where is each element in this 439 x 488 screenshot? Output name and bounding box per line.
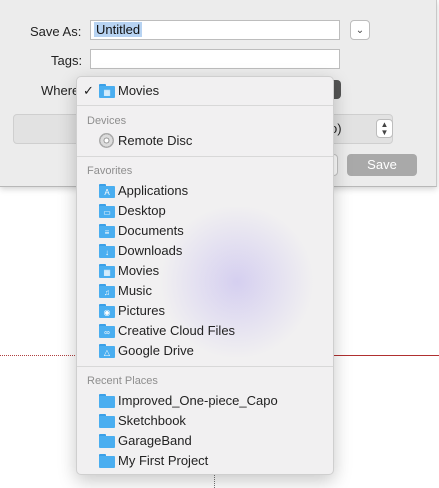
movies-folder-icon: ▦ — [99, 264, 115, 278]
menu-item-desktop[interactable]: ▭ Desktop — [77, 201, 333, 221]
google-drive-folder-icon: △ — [99, 344, 115, 358]
menu-item-label: Improved_One-piece_Capo — [118, 393, 278, 408]
menu-item-label: Movies — [118, 83, 160, 98]
menu-item-applications[interactable]: A Applications — [77, 181, 333, 201]
pictures-folder-icon: ◉ — [99, 304, 115, 318]
menu-item-label: Documents — [118, 223, 184, 238]
menu-item-label: Applications — [118, 183, 189, 198]
section-recent-places: Recent Places — [87, 375, 158, 387]
menu-item-movies[interactable]: ▦ Movies — [77, 261, 333, 281]
menu-item-label: Movies — [118, 263, 160, 278]
tags-label: Tags: — [51, 53, 83, 68]
checkmark-icon: ✓ — [83, 83, 94, 98]
movies-folder-icon: ▦ — [99, 84, 115, 98]
menu-item-music[interactable]: ♫ Music — [77, 281, 333, 301]
menu-item-label: GarageBand — [118, 433, 192, 448]
menu-item-remote-disc[interactable]: Remote Disc — [77, 131, 333, 151]
menu-item-label: Creative Cloud Files — [118, 323, 236, 338]
menu-item-current[interactable]: ✓ ▦ Movies — [77, 81, 333, 101]
menu-item-label: Pictures — [118, 303, 165, 318]
section-favorites: Favorites — [87, 165, 133, 177]
menu-item-recent[interactable]: Sketchbook — [77, 411, 333, 431]
folder-icon — [99, 414, 115, 428]
desktop-folder-icon: ▭ — [99, 204, 115, 218]
disc-icon — [99, 133, 114, 148]
menu-item-label: Desktop — [118, 203, 166, 218]
save-as-field[interactable]: Untitled — [90, 20, 340, 40]
guide-line-solid — [334, 355, 439, 356]
tags-field[interactable] — [90, 49, 340, 69]
menu-item-pictures[interactable]: ◉ Pictures — [77, 301, 333, 321]
menu-separator — [77, 156, 333, 157]
applications-folder-icon: A — [99, 184, 115, 198]
menu-item-label: Remote Disc — [118, 133, 193, 148]
guide-line-vertical — [214, 475, 215, 488]
menu-item-google-drive[interactable]: △ Google Drive — [77, 341, 333, 361]
menu-item-label: Downloads — [118, 243, 183, 258]
folder-icon — [99, 394, 115, 408]
creative-cloud-folder-icon: ∞ — [99, 324, 115, 338]
folder-icon — [99, 454, 115, 468]
music-folder-icon: ♫ — [99, 284, 115, 298]
expand-button[interactable]: ⌄ — [350, 20, 370, 40]
save-as-label: Save As: — [30, 24, 82, 39]
chevron-down-icon: ⌄ — [355, 24, 365, 36]
menu-separator — [77, 366, 333, 367]
menu-item-label: Google Drive — [118, 343, 194, 358]
section-devices: Devices — [87, 115, 127, 127]
documents-folder-icon: ≡ — [99, 224, 115, 238]
menu-item-recent[interactable]: Improved_One-piece_Capo — [77, 391, 333, 411]
where-label: Where — [41, 83, 80, 98]
menu-item-documents[interactable]: ≡ Documents — [77, 221, 333, 241]
menu-item-creative-cloud[interactable]: ∞ Creative Cloud Files — [77, 321, 333, 341]
save-as-value: Untitled — [94, 22, 143, 37]
menu-item-label: Sketchbook — [118, 413, 186, 428]
menu-item-downloads[interactable]: ↓ Downloads — [77, 241, 333, 261]
downloads-folder-icon: ↓ — [99, 244, 115, 258]
format-arrows-icon[interactable]: ▲ ▼ — [376, 119, 393, 138]
menu-item-recent[interactable]: GarageBand — [77, 431, 333, 451]
save-button[interactable]: Save — [347, 154, 417, 176]
where-popup-menu: ✓ ▦ Movies Devices Remote Disc Favorites… — [76, 76, 334, 475]
menu-item-recent[interactable]: My First Project — [77, 451, 333, 471]
menu-separator — [77, 105, 333, 106]
menu-item-label: My First Project — [118, 453, 209, 468]
folder-icon — [99, 434, 115, 448]
menu-item-label: Music — [118, 283, 152, 298]
